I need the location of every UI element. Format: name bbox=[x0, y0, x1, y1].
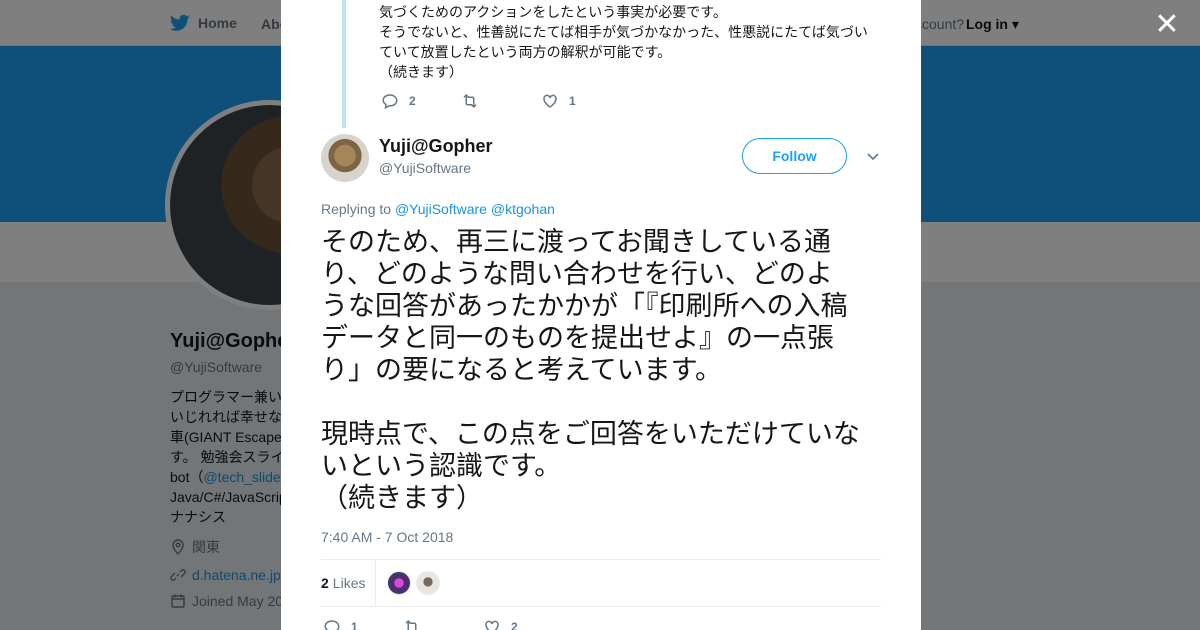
retweet-action[interactable] bbox=[403, 618, 483, 630]
thread-line bbox=[342, 0, 346, 128]
divider bbox=[321, 559, 881, 560]
like-count: 1 bbox=[569, 94, 576, 108]
previous-tweet-text: 気づくためのアクションをしたという事実が必要です。 そうでないと、性善説にたてば… bbox=[379, 4, 868, 80]
tweet-modal: 気づくためのアクションをしたという事実が必要です。 そうでないと、性善説にたてば… bbox=[281, 0, 921, 630]
divider bbox=[375, 560, 376, 606]
reply-icon bbox=[324, 620, 340, 630]
tweet-actions: 1 2 bbox=[323, 618, 518, 630]
reply-count: 2 bbox=[409, 94, 416, 108]
retweet-icon bbox=[463, 93, 477, 109]
author-name[interactable]: Yuji@Gopher bbox=[379, 136, 493, 157]
tweet-timestamp[interactable]: 7:40 AM - 7 Oct 2018 bbox=[321, 529, 453, 545]
like-action[interactable]: 1 bbox=[541, 92, 576, 110]
follow-button[interactable]: Follow bbox=[742, 138, 847, 174]
mention-link[interactable]: @ktgohan bbox=[491, 201, 555, 217]
replying-to: Replying to @YujiSoftware @ktgohan bbox=[321, 201, 555, 217]
liker-avatar[interactable] bbox=[387, 571, 411, 595]
reply-action[interactable]: 2 bbox=[381, 92, 461, 110]
mention-link[interactable]: @YujiSoftware bbox=[395, 201, 487, 217]
close-icon[interactable]: ✕ bbox=[1152, 10, 1182, 40]
retweet-icon bbox=[405, 619, 417, 630]
likes-stat[interactable]: 2 Likes bbox=[321, 560, 365, 606]
heart-icon bbox=[543, 94, 557, 108]
reply-action[interactable]: 1 bbox=[323, 618, 403, 630]
author-handle[interactable]: @YujiSoftware bbox=[379, 160, 471, 176]
heart-icon bbox=[485, 620, 499, 630]
retweet-action[interactable] bbox=[461, 92, 541, 110]
divider bbox=[321, 606, 881, 607]
like-count: 2 bbox=[511, 620, 518, 630]
reply-count: 1 bbox=[351, 620, 358, 630]
chevron-down-icon[interactable] bbox=[865, 148, 881, 164]
tweet-text: そのため、再三に渡ってお聞きしている通 り、どのような問い合わせを行い、どのよ … bbox=[321, 227, 860, 513]
likes-label: Likes bbox=[332, 575, 366, 591]
author-avatar[interactable] bbox=[321, 134, 369, 182]
reply-icon bbox=[382, 94, 398, 110]
liker-avatar[interactable] bbox=[416, 571, 440, 595]
previous-tweet-actions: 2 1 bbox=[381, 92, 576, 110]
replying-prefix: Replying to bbox=[321, 201, 392, 217]
like-action[interactable]: 2 bbox=[483, 618, 518, 630]
likes-count: 2 bbox=[321, 575, 329, 591]
